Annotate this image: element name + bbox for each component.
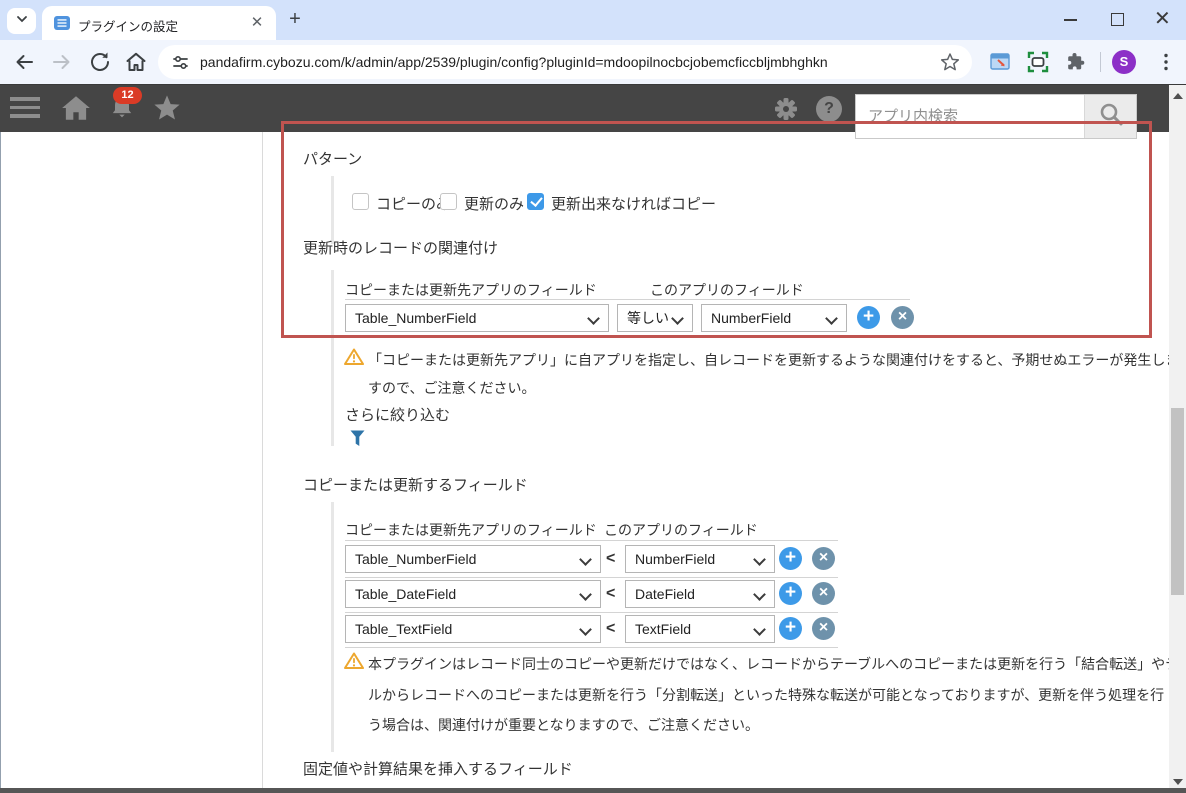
copy-row-add-button[interactable] [779,547,802,570]
copy-row-this-select[interactable]: TextField [625,615,775,643]
row-divider [345,647,838,648]
page-scrollbar[interactable] [1169,85,1186,793]
fixed-value-section-title: 固定値や計算結果を挿入するフィールド [303,758,573,779]
window-close-icon[interactable]: ✕ [1154,6,1171,31]
portal-home-icon[interactable] [60,94,92,127]
copy-row-dest-select[interactable]: Table_TextField [345,615,601,643]
site-settings-icon[interactable] [171,53,190,77]
copy-row-remove-button[interactable] [812,547,835,570]
url-text[interactable]: pandafirm.cybozu.com/k/admin/app/2539/pl… [200,54,828,70]
copy-fields-indent-bar [331,502,334,752]
capture-extension-icon[interactable] [1026,50,1050,74]
copy-warning-line2: ルからレコードへのコピーまたは更新を行う「分割転送」といった特殊な転送が可能とな… [368,685,1164,705]
tab-strip: プラグインの設定 ✕ + ✕ [0,0,1186,40]
window-bottom-edge [0,788,1186,793]
tab-close-icon[interactable]: ✕ [247,13,267,33]
scroll-up-icon[interactable] [1173,93,1183,99]
help-icon[interactable]: ? [816,96,842,122]
copy-fields-header-underline [345,540,838,541]
copy-row-this-select[interactable]: DateField [625,580,775,608]
tab-search-button[interactable] [7,8,36,34]
window-minimize-icon[interactable] [1064,19,1077,21]
copy-warning-line3: う場合は、関連付けが重要となりますので、ご注意ください。 [368,715,759,735]
warning-icon [344,348,364,371]
bookmark-star-icon[interactable] [940,52,960,77]
chevron-down-icon [14,11,30,32]
notification-count-badge: 12 [113,87,142,104]
copy-row-dest-select[interactable]: Table_DateField [345,580,601,608]
warning-icon [344,652,364,675]
toolbar-separator [1100,52,1101,72]
copy-row-remove-button[interactable] [812,582,835,605]
sidebar-divider [262,132,263,788]
annotation-highlight-box [281,121,1152,338]
extensions-puzzle-icon[interactable] [1064,50,1088,74]
new-tab-button[interactable]: + [284,9,306,31]
direction-arrow: < [606,585,615,603]
tab-title: プラグインの設定 [78,16,178,35]
tab-plugin-settings[interactable]: プラグインの設定 ✕ [42,6,276,40]
copy-row-add-button[interactable] [779,582,802,605]
direction-arrow: < [606,620,615,638]
copy-row-dest-select[interactable]: Table_NumberField [345,545,601,573]
profile-avatar[interactable]: S [1112,50,1136,74]
copy-warning-line1: 本プラグインはレコード同士のコピーや更新だけではなく、レコードからテーブルへのコ… [368,654,1186,674]
filter-funnel-icon[interactable] [350,430,365,452]
plugin-favicon-icon [54,15,70,31]
screenshot-extension-icon[interactable] [988,50,1012,74]
home-icon[interactable] [124,50,148,74]
direction-arrow: < [606,550,615,568]
scrollbar-thumb[interactable] [1171,408,1184,595]
association-warning-line1: 「コピーまたは更新先アプリ」に自アプリを指定し、自レコードを更新するような関連付… [368,350,1179,370]
copy-row-add-button[interactable] [779,617,802,640]
favorites-star-icon[interactable] [152,94,182,127]
row-divider [345,577,838,578]
association-warning-line2: すので、ご注意ください。 [368,378,535,398]
hamburger-menu-icon[interactable] [10,97,40,118]
forward-icon[interactable] [50,50,74,74]
copy-fields-section-title: コピーまたは更新するフィールド [303,474,528,495]
row-divider [345,612,838,613]
filter-more-label: さらに絞り込む [345,404,450,425]
browser-window: プラグインの設定 ✕ + ✕ pandafirm.cybozu.com/k/ad… [0,0,1186,793]
copy-fields-col-this: このアプリのフィールド [604,520,758,540]
browser-menu-icon[interactable] [1154,50,1178,74]
window-maximize-icon[interactable] [1111,13,1124,26]
back-icon[interactable] [12,50,36,74]
copy-row-remove-button[interactable] [812,617,835,640]
copy-row-this-select[interactable]: NumberField [625,545,775,573]
address-bar[interactable]: pandafirm.cybozu.com/k/admin/app/2539/pl… [158,45,972,79]
scroll-down-icon[interactable] [1173,779,1183,785]
copy-fields-col-dest: コピーまたは更新先アプリのフィールド [345,520,597,540]
reload-icon[interactable] [88,50,112,74]
